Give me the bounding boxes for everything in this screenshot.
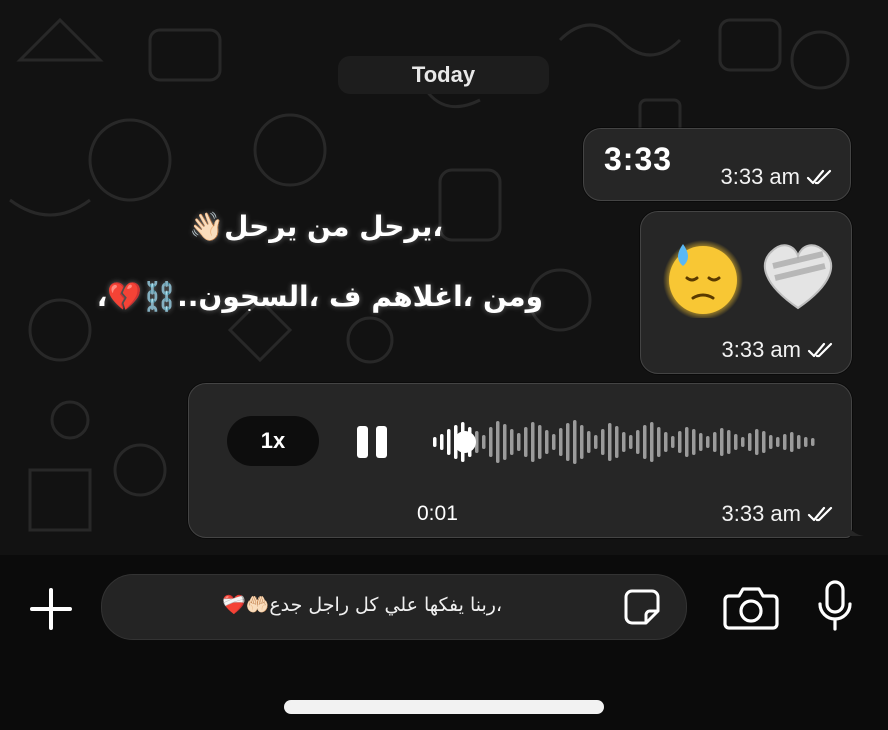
waveform-bar — [804, 437, 808, 447]
message-timestamp: 3:33 am — [721, 501, 802, 526]
waveform-bar — [706, 436, 710, 448]
waveform-bar — [755, 429, 759, 455]
date-divider: Today — [338, 56, 549, 94]
waveform-bar — [636, 430, 640, 454]
message-meta: 3:33 am — [721, 164, 833, 190]
waveform-bar — [601, 429, 605, 455]
overlay-text-line2: ومن ،اغلاهم ف ،السجون..⛓️💔، — [96, 280, 543, 313]
plus-icon[interactable] — [28, 586, 74, 632]
waveform-bar — [433, 437, 437, 447]
waveform-bar — [552, 434, 556, 450]
waveform-bar — [629, 435, 633, 449]
home-indicator — [284, 700, 604, 714]
waveform-bar — [769, 435, 773, 449]
overlay-text-line1: ،يرحل من يرحل👋🏻 — [189, 210, 443, 243]
message-timestamp: 3:33 am — [720, 164, 801, 189]
waveform-bar — [510, 429, 514, 455]
waveform-bar — [573, 420, 577, 464]
sweat-face-icon — [663, 240, 743, 318]
waveform-bar — [727, 430, 731, 454]
waveform-bar — [566, 423, 570, 461]
bubble-tail — [846, 520, 864, 536]
sticker-icon[interactable] — [622, 587, 662, 627]
message-bubble-time[interactable]: 3:33 3:33 am — [583, 128, 851, 201]
message-bubble-emoji[interactable]: 3:33 am — [640, 211, 852, 374]
waveform-bar — [447, 429, 451, 455]
waveform-bar — [545, 430, 549, 454]
waveform-bar — [734, 434, 738, 450]
pause-icon-bar-left — [357, 426, 368, 458]
camera-icon[interactable] — [723, 584, 779, 630]
pause-icon-bar-right — [376, 426, 387, 458]
waveform-bar — [559, 428, 563, 456]
message-input-text: ،ربنا يفكها علي كل راجل جدع🤲🏻❤️‍🩹 — [222, 594, 503, 616]
emoji-row — [659, 230, 843, 318]
waveform-bar — [650, 422, 654, 462]
waveform-bar — [741, 437, 745, 447]
waveform-bar — [657, 427, 661, 457]
waveform-bar — [762, 431, 766, 453]
waveform-bar — [692, 429, 696, 455]
microphone-icon[interactable] — [815, 580, 855, 632]
message-input[interactable]: ،ربنا يفكها علي كل راجل جدع🤲🏻❤️‍🩹 — [101, 574, 687, 640]
read-ticks-icon — [806, 169, 832, 185]
waveform-scrubber[interactable] — [431, 414, 821, 470]
waveform-bar — [538, 425, 542, 459]
waveform-bar — [720, 428, 724, 456]
message-timestamp: 3:33 am — [721, 337, 802, 362]
waveform-bar — [496, 421, 500, 463]
message-meta: 3:33 am — [722, 501, 834, 527]
waveform-bar — [797, 435, 801, 449]
waveform-bar — [622, 432, 626, 452]
voice-message-bubble[interactable]: 1x 0:01 3:33 am — [188, 383, 852, 538]
waveform-bar — [580, 425, 584, 459]
waveform-bar — [678, 431, 682, 453]
waveform-bar — [517, 433, 521, 451]
mending-heart-icon — [763, 244, 833, 310]
waveform-bar — [440, 434, 444, 450]
waveform-bar — [671, 436, 675, 448]
waveform-bar — [699, 433, 703, 451]
waveform-bar — [776, 437, 780, 447]
waveform-bar — [811, 438, 815, 446]
waveform-bar — [615, 426, 619, 458]
chat-background: Today ،يرحل من يرحل👋🏻 ومن ،اغلاهم ف ،الس… — [0, 0, 888, 555]
waveform-bar — [482, 435, 486, 449]
voice-elapsed-time: 0:01 — [417, 502, 458, 525]
waveform-bar — [783, 434, 787, 450]
message-text: 3:33 — [604, 141, 673, 177]
waveform-bar — [594, 435, 598, 449]
read-ticks-icon — [807, 342, 833, 358]
pause-button[interactable] — [355, 424, 391, 460]
message-meta: 3:33 am — [722, 337, 834, 363]
waveform-bar — [524, 427, 528, 457]
waveform-bar — [685, 427, 689, 457]
waveform-bar — [489, 427, 493, 457]
waveform-bar — [531, 422, 535, 462]
waveform-bar — [748, 433, 752, 451]
waveform-bar — [608, 423, 612, 461]
waveform-bar — [503, 424, 507, 460]
waveform-bar — [587, 431, 591, 453]
scrubber-handle[interactable] — [454, 431, 476, 453]
playback-speed-button[interactable]: 1x — [227, 416, 319, 466]
waveform-bar — [664, 432, 668, 452]
read-ticks-icon — [807, 506, 833, 522]
waveform-bar — [790, 432, 794, 452]
waveform-bar — [713, 432, 717, 452]
waveform-bar — [643, 425, 647, 459]
